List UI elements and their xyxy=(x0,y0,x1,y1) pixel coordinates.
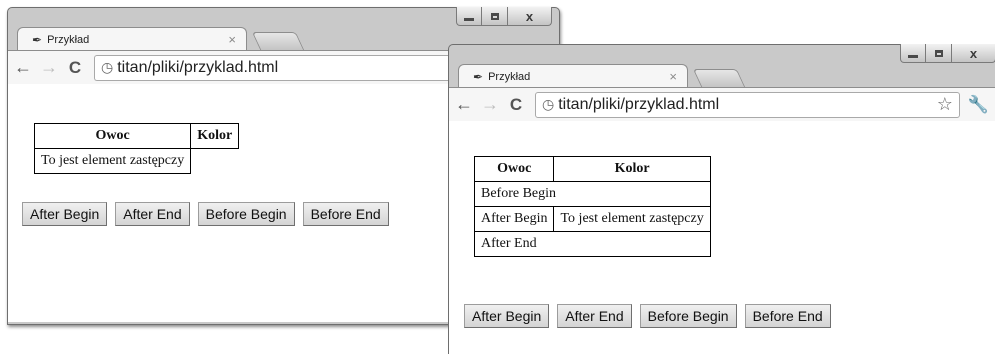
wrench-icon[interactable]: 🔧 xyxy=(968,95,989,115)
after-begin-button[interactable]: After Begin xyxy=(22,202,108,226)
tab-title: Przykład xyxy=(47,33,90,46)
reload-icon[interactable]: C xyxy=(64,58,86,78)
after-end-button[interactable]: After End xyxy=(115,202,190,226)
table-row: Before Begin xyxy=(474,181,711,207)
after-end-cell: After End xyxy=(474,231,711,257)
back-arrow-icon[interactable]: ← xyxy=(453,94,475,115)
before-begin-button[interactable]: Before Begin xyxy=(639,304,737,328)
feather-favicon-icon: ✒ xyxy=(32,32,43,47)
table-row: To jest element zastępczy xyxy=(33,148,239,174)
tab-close-icon[interactable]: × xyxy=(228,32,236,47)
header-kolor: Kolor xyxy=(190,123,240,149)
close-icon: x xyxy=(969,45,978,61)
window-controls: x xyxy=(900,44,995,63)
before-begin-cell: Before Begin xyxy=(474,181,711,207)
new-tab-button[interactable] xyxy=(692,69,746,87)
forward-arrow-icon[interactable]: → xyxy=(479,94,501,115)
browser-window-after: x ✒ Przykład × ← → C ◷ titan/pliki/przyk… xyxy=(448,44,995,354)
table-row: After Begin To jest element zastępczy xyxy=(473,206,711,232)
minimize-icon xyxy=(464,17,474,21)
new-tab-button[interactable] xyxy=(251,32,305,50)
before-end-button[interactable]: Before End xyxy=(744,304,831,328)
globe-icon: ◷ xyxy=(542,96,555,112)
header-owoc: Owoc xyxy=(473,156,555,182)
reload-icon[interactable]: C xyxy=(505,95,527,115)
close-icon: x xyxy=(525,8,534,24)
window-controls: x xyxy=(456,7,552,26)
close-window-button[interactable]: x xyxy=(952,44,995,63)
button-row: After Begin After End Before Begin Befor… xyxy=(464,304,831,328)
forward-arrow-icon[interactable]: → xyxy=(38,57,60,78)
after-end-button[interactable]: After End xyxy=(557,304,632,328)
header-kolor: Kolor xyxy=(553,156,711,182)
address-bar[interactable]: ◷ titan/pliki/przyklad.html ☆ xyxy=(535,91,960,118)
feather-favicon-icon: ✒ xyxy=(473,69,484,84)
header-owoc: Owoc xyxy=(33,123,192,149)
browser-toolbar: ← → C ◷ titan/pliki/przyklad.html ☆ 🔧 xyxy=(449,87,995,122)
placeholder-cell: To jest element zastępczy xyxy=(553,206,711,232)
maximize-button[interactable] xyxy=(926,44,952,63)
globe-icon: ◷ xyxy=(101,59,114,75)
maximize-icon xyxy=(490,12,499,20)
tab-close-icon[interactable]: × xyxy=(669,69,677,84)
after-begin-cell: After Begin xyxy=(473,206,555,232)
bookmark-star-icon[interactable]: ☆ xyxy=(937,94,953,115)
before-begin-button[interactable]: Before Begin xyxy=(197,202,295,226)
button-row: After Begin After End Before Begin Befor… xyxy=(22,202,389,226)
before-end-button[interactable]: Before End xyxy=(302,202,389,226)
back-arrow-icon[interactable]: ← xyxy=(12,57,34,78)
after-begin-button[interactable]: After Begin xyxy=(464,304,550,328)
placeholder-cell: To jest element zastępczy xyxy=(33,148,192,174)
page-content: Owoc Kolor Before Begin After Begin To j… xyxy=(449,121,995,354)
table-row: After End xyxy=(474,231,711,257)
minimize-button[interactable] xyxy=(900,44,926,63)
close-window-button[interactable]: x xyxy=(508,7,552,26)
tab-przyklad[interactable]: ✒ Przykład × xyxy=(458,64,688,88)
tab-title: Przykład xyxy=(488,70,531,83)
fruit-table: Owoc Kolor Before Begin After Begin To j… xyxy=(473,156,711,257)
maximize-icon xyxy=(934,49,943,57)
tab-przyklad[interactable]: ✒ Przykład × xyxy=(17,27,247,51)
fruit-table: Owoc Kolor To jest element zastępczy xyxy=(33,123,240,174)
minimize-icon xyxy=(908,54,918,58)
minimize-button[interactable] xyxy=(456,7,482,26)
maximize-button[interactable] xyxy=(482,7,508,26)
url-text: titan/pliki/przyklad.html xyxy=(558,95,720,113)
